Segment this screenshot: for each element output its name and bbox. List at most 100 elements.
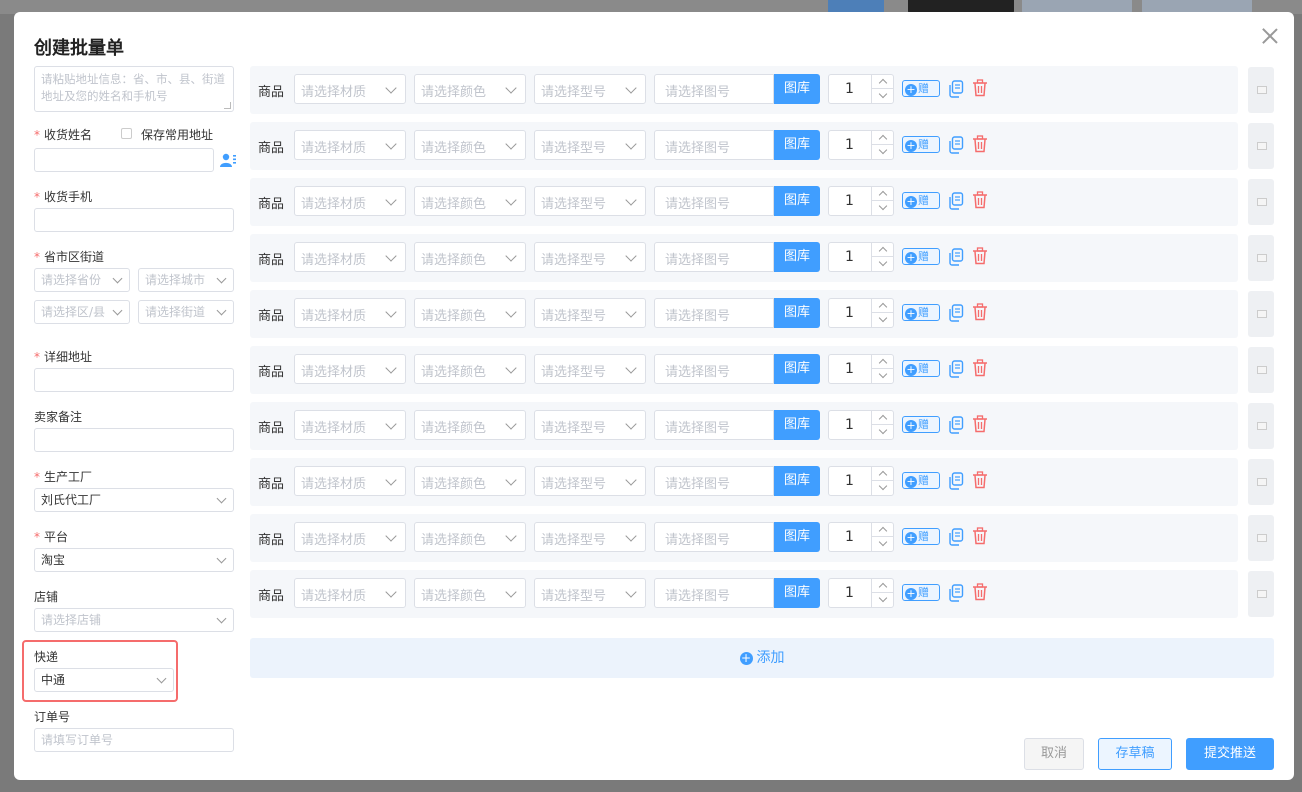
quantity-value[interactable]: 1 — [845, 137, 854, 153]
image-preview-icon[interactable] — [1248, 235, 1274, 281]
gallery-button[interactable]: 图库 — [774, 410, 820, 440]
pattern-input[interactable]: 请选择图号 — [654, 130, 774, 160]
resize-handle[interactable] — [224, 102, 231, 109]
gift-button[interactable]: + 赠 — [902, 528, 940, 545]
submit-push-button[interactable]: 提交推送 — [1186, 738, 1274, 770]
gallery-button[interactable]: 图库 — [774, 466, 820, 496]
copy-icon[interactable] — [948, 416, 964, 434]
address-input[interactable] — [34, 368, 234, 392]
pattern-input[interactable]: 请选择图号 — [654, 186, 774, 216]
increase-icon[interactable] — [871, 131, 893, 145]
trash-icon[interactable] — [972, 415, 988, 433]
increase-icon[interactable] — [871, 75, 893, 89]
quantity-value[interactable]: 1 — [845, 585, 854, 601]
quantity-stepper[interactable]: 1 — [828, 354, 894, 384]
gallery-button[interactable]: 图库 — [774, 130, 820, 160]
trash-icon[interactable] — [972, 583, 988, 601]
image-preview-icon[interactable] — [1248, 123, 1274, 169]
copy-icon[interactable] — [948, 584, 964, 602]
gallery-button[interactable]: 图库 — [774, 298, 820, 328]
street-select[interactable]: 请选择街道 — [138, 300, 234, 324]
quantity-stepper[interactable]: 1 — [828, 298, 894, 328]
pattern-input[interactable]: 请选择图号 — [654, 74, 774, 104]
copy-icon[interactable] — [948, 192, 964, 210]
quantity-value[interactable]: 1 — [845, 81, 854, 97]
model-select[interactable]: 请选择型号 — [534, 298, 646, 328]
color-select[interactable]: 请选择颜色 — [414, 186, 526, 216]
copy-icon[interactable] — [948, 360, 964, 378]
image-preview-icon[interactable] — [1248, 179, 1274, 225]
material-select[interactable]: 请选择材质 — [294, 578, 406, 608]
quantity-stepper[interactable]: 1 — [828, 410, 894, 440]
copy-icon[interactable] — [948, 304, 964, 322]
quantity-stepper[interactable]: 1 — [828, 578, 894, 608]
image-preview-icon[interactable] — [1248, 459, 1274, 505]
receiver-phone-input[interactable] — [34, 208, 234, 232]
remark-input[interactable] — [34, 428, 234, 452]
quantity-stepper[interactable]: 1 — [828, 522, 894, 552]
city-select[interactable]: 请选择城市 — [138, 268, 234, 292]
model-select[interactable]: 请选择型号 — [534, 578, 646, 608]
model-select[interactable]: 请选择型号 — [534, 186, 646, 216]
pattern-input[interactable]: 请选择图号 — [654, 298, 774, 328]
decrease-icon[interactable] — [871, 145, 893, 159]
gift-button[interactable]: + 赠 — [902, 248, 940, 265]
color-select[interactable]: 请选择颜色 — [414, 74, 526, 104]
pattern-input[interactable]: 请选择图号 — [654, 242, 774, 272]
increase-icon[interactable] — [871, 579, 893, 593]
trash-icon[interactable] — [972, 527, 988, 545]
color-select[interactable]: 请选择颜色 — [414, 130, 526, 160]
gift-button[interactable]: + 赠 — [902, 80, 940, 97]
model-select[interactable]: 请选择型号 — [534, 354, 646, 384]
decrease-icon[interactable] — [871, 593, 893, 607]
quantity-value[interactable]: 1 — [845, 473, 854, 489]
copy-icon[interactable] — [948, 528, 964, 546]
copy-icon[interactable] — [948, 248, 964, 266]
quantity-value[interactable]: 1 — [845, 249, 854, 265]
decrease-icon[interactable] — [871, 313, 893, 327]
quantity-value[interactable]: 1 — [845, 417, 854, 433]
platform-select[interactable]: 淘宝 — [34, 548, 234, 572]
decrease-icon[interactable] — [871, 425, 893, 439]
quantity-stepper[interactable]: 1 — [828, 186, 894, 216]
model-select[interactable]: 请选择型号 — [534, 466, 646, 496]
gallery-button[interactable]: 图库 — [774, 242, 820, 272]
district-select[interactable]: 请选择区/县 — [34, 300, 130, 324]
express-select[interactable]: 中通 — [34, 668, 174, 692]
trash-icon[interactable] — [972, 135, 988, 153]
increase-icon[interactable] — [871, 187, 893, 201]
gallery-button[interactable]: 图库 — [774, 578, 820, 608]
gallery-button[interactable]: 图库 — [774, 522, 820, 552]
pattern-input[interactable]: 请选择图号 — [654, 466, 774, 496]
color-select[interactable]: 请选择颜色 — [414, 242, 526, 272]
quantity-value[interactable]: 1 — [845, 361, 854, 377]
trash-icon[interactable] — [972, 191, 988, 209]
close-icon[interactable] — [1260, 26, 1280, 46]
decrease-icon[interactable] — [871, 369, 893, 383]
material-select[interactable]: 请选择材质 — [294, 242, 406, 272]
color-select[interactable]: 请选择颜色 — [414, 522, 526, 552]
factory-select[interactable]: 刘氏代工厂 — [34, 488, 234, 512]
material-select[interactable]: 请选择材质 — [294, 354, 406, 384]
increase-icon[interactable] — [871, 411, 893, 425]
gift-button[interactable]: + 赠 — [902, 136, 940, 153]
province-select[interactable]: 请选择省份 — [34, 268, 130, 292]
increase-icon[interactable] — [871, 467, 893, 481]
model-select[interactable]: 请选择型号 — [534, 242, 646, 272]
decrease-icon[interactable] — [871, 89, 893, 103]
add-product-button[interactable]: + 添加 — [250, 638, 1274, 678]
image-preview-icon[interactable] — [1248, 515, 1274, 561]
contact-book-icon[interactable] — [220, 153, 236, 167]
material-select[interactable]: 请选择材质 — [294, 74, 406, 104]
shop-select[interactable]: 请选择店铺 — [34, 608, 234, 632]
decrease-icon[interactable] — [871, 201, 893, 215]
material-select[interactable]: 请选择材质 — [294, 466, 406, 496]
material-select[interactable]: 请选择材质 — [294, 130, 406, 160]
gift-button[interactable]: + 赠 — [902, 192, 940, 209]
image-preview-icon[interactable] — [1248, 67, 1274, 113]
order-number-input[interactable]: 请填写订单号 — [34, 728, 234, 752]
increase-icon[interactable] — [871, 355, 893, 369]
model-select[interactable]: 请选择型号 — [534, 130, 646, 160]
color-select[interactable]: 请选择颜色 — [414, 298, 526, 328]
pattern-input[interactable]: 请选择图号 — [654, 354, 774, 384]
